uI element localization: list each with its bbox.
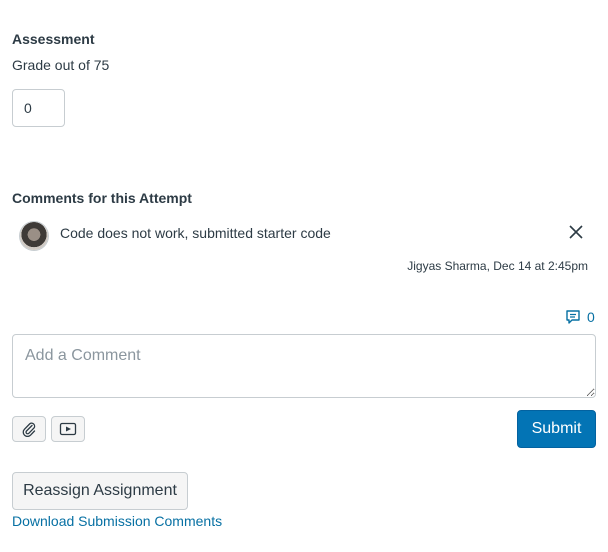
paperclip-icon	[21, 421, 37, 437]
attach-file-button[interactable]	[12, 416, 46, 442]
media-icon	[59, 422, 77, 436]
comment-meta: Jigyas Sharma, Dec 14 at 2:45pm	[407, 259, 588, 273]
assessment-title: Assessment	[12, 31, 95, 47]
grade-input[interactable]	[12, 89, 65, 127]
user-avatar	[20, 222, 48, 250]
download-comments-link[interactable]: Download Submission Comments	[12, 513, 222, 529]
comment-count[interactable]: 0	[565, 309, 595, 325]
comments-title: Comments for this Attempt	[12, 190, 192, 206]
comment-textarea[interactable]	[12, 334, 596, 398]
comment-bubble-icon	[565, 309, 581, 325]
comment-text: Code does not work, submitted starter co…	[60, 225, 331, 241]
reassign-assignment-button[interactable]: Reassign Assignment	[12, 472, 188, 510]
comment-count-value: 0	[587, 309, 595, 325]
grade-label: Grade out of 75	[12, 57, 110, 73]
submit-button[interactable]: Submit	[517, 410, 596, 448]
media-comment-button[interactable]	[51, 416, 85, 442]
close-icon[interactable]	[567, 223, 585, 241]
